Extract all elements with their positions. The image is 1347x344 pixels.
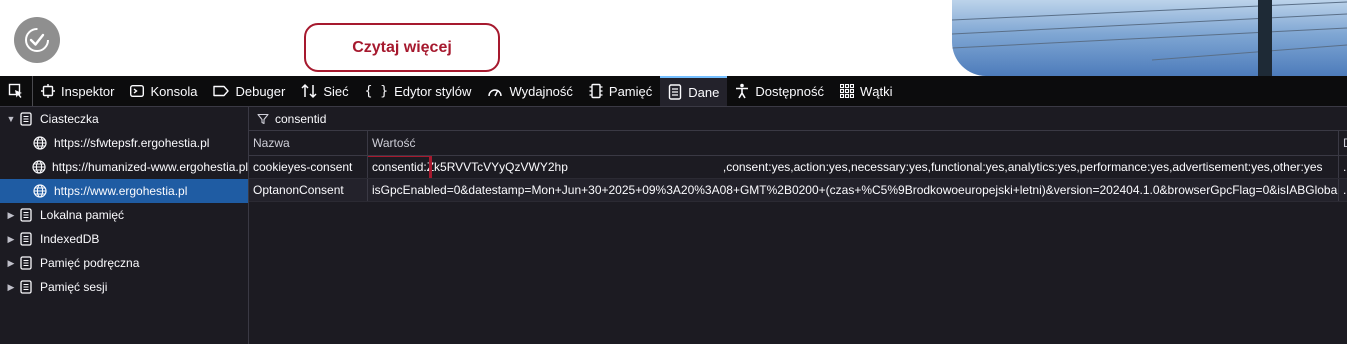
- tree-item-cookies[interactable]: ▼ Ciasteczka: [0, 107, 248, 131]
- storage-icon: [18, 111, 34, 127]
- collapsed-arrow-icon[interactable]: ▶: [4, 234, 18, 245]
- tree-item-cookie-host-selected[interactable]: https://www.ergohestia.pl: [0, 179, 248, 203]
- table-row[interactable]: cookieyes-consent consentid:Zk5RVVTcVYyQ…: [249, 156, 1347, 179]
- tree-item-label: Pamięć podręczna: [40, 256, 140, 270]
- tab-performance[interactable]: Wydajność: [479, 76, 580, 106]
- tab-storage[interactable]: Dane: [660, 76, 728, 106]
- threads-icon: [840, 84, 854, 98]
- tree-item-indexeddb[interactable]: ▶ IndexedDB: [0, 227, 248, 251]
- network-icon: [301, 83, 317, 99]
- filter-bar[interactable]: consentid: [249, 107, 1347, 131]
- cookie-domain-cell: .: [1343, 183, 1347, 197]
- column-header-name[interactable]: Nazwa: [249, 131, 368, 155]
- storage-icon: [18, 207, 34, 223]
- performance-icon: [488, 89, 503, 97]
- collapsed-arrow-icon[interactable]: ▶: [4, 210, 18, 221]
- storage-icon: [18, 279, 34, 295]
- tree-item-label: https://humanized-www.ergohestia.pl: [52, 160, 248, 174]
- tree-item-local-storage[interactable]: ▶ Lokalna pamięć: [0, 203, 248, 227]
- read-more-button[interactable]: Czytaj więcej: [304, 23, 500, 72]
- storage-icon: [18, 231, 34, 247]
- web-page-area: Czytaj więcej: [0, 0, 1347, 76]
- tab-style-editor[interactable]: { } Edytor stylów: [357, 76, 480, 106]
- cookies-panel: consentid Nazwa Wartość D cookieyes-cons…: [249, 107, 1347, 344]
- tree-item-label: https://sfwtepsfr.ergohestia.pl: [54, 136, 210, 150]
- devtools-toolbar: Inspektor Konsola Debuger Sieć { } Edyto…: [0, 76, 1347, 107]
- element-picker-icon[interactable]: [0, 76, 33, 106]
- cookie-name-cell: OptanonConsent: [249, 179, 368, 201]
- tree-item-label: IndexedDB: [40, 232, 100, 246]
- table-row[interactable]: OptanonConsent isGpcEnabled=0&datestamp=…: [249, 179, 1347, 202]
- cookie-name-cell: cookieyes-consent: [249, 156, 368, 178]
- tab-label: Pamięć: [608, 83, 653, 99]
- tree-item-label: https://www.ergohestia.pl: [54, 184, 188, 198]
- tree-item-label: Pamięć sesji: [40, 280, 108, 294]
- tab-debugger[interactable]: Debuger: [205, 76, 293, 106]
- column-header-domain[interactable]: D: [1339, 131, 1347, 155]
- inspector-icon: [41, 84, 55, 98]
- collapsed-arrow-icon[interactable]: ▶: [4, 282, 18, 293]
- filter-icon: [257, 113, 269, 124]
- console-icon: [130, 85, 145, 97]
- collapsed-arrow-icon[interactable]: ▶: [4, 258, 18, 269]
- tab-inspector[interactable]: Inspektor: [33, 76, 122, 106]
- debugger-icon: [213, 85, 230, 97]
- tree-item-cache-storage[interactable]: ▶ Pamięć podręczna: [0, 251, 248, 275]
- hero-image: [952, 0, 1347, 76]
- tree-item-cookie-host[interactable]: https://sfwtepsfr.ergohestia.pl: [0, 131, 248, 155]
- cookie-value-start: isGpcEnabled=0&datestamp=Mon+Jun+30+2025…: [372, 183, 1339, 197]
- tab-network[interactable]: Sieć: [293, 76, 356, 106]
- globe-icon: [32, 135, 48, 151]
- globe-icon: [32, 183, 48, 199]
- tab-label: Wątki: [860, 83, 893, 99]
- filter-input[interactable]: consentid: [275, 112, 326, 126]
- tree-item-label: Lokalna pamięć: [40, 208, 125, 222]
- cookie-value-end: ,consent:yes,action:yes,necessary:yes,fu…: [722, 160, 1323, 174]
- tab-label: Inspektor: [61, 83, 115, 99]
- cookie-value-start: consentid:Zk5RVVTcVYyQzVWY2hp: [372, 160, 568, 174]
- cookie-value-cell: isGpcEnabled=0&datestamp=Mon+Jun+30+2025…: [368, 179, 1339, 201]
- accessibility-icon: [736, 83, 749, 99]
- tab-label: Sieć: [323, 83, 349, 99]
- tab-label: Edytor stylów: [394, 83, 472, 99]
- tree-item-label: Ciasteczka: [40, 112, 99, 126]
- tab-label: Wydajność: [509, 83, 573, 99]
- expanded-arrow-icon[interactable]: ▼: [4, 114, 18, 124]
- site-logo-icon[interactable]: [14, 17, 60, 63]
- style-editor-icon: { }: [364, 83, 389, 99]
- storage-sidebar: ▼ Ciasteczka https://sfwtepsfr.ergohesti…: [0, 107, 249, 344]
- cookie-value-cell: consentid:Zk5RVVTcVYyQzVWY2hp ,consent:y…: [368, 156, 1339, 178]
- tab-label: Dostępność: [755, 83, 824, 99]
- tab-accessibility[interactable]: Dostępność: [727, 76, 832, 106]
- cookie-domain-cell: .: [1343, 160, 1347, 174]
- globe-icon: [32, 159, 46, 175]
- memory-icon: [589, 83, 603, 99]
- storage-icon: [669, 84, 682, 100]
- tree-item-cookie-host[interactable]: https://humanized-www.ergohestia.pl: [0, 155, 248, 179]
- column-header-value[interactable]: Wartość: [368, 131, 1339, 155]
- tree-item-session-storage[interactable]: ▶ Pamięć sesji: [0, 275, 248, 299]
- tab-label: Konsola: [150, 83, 198, 99]
- tab-label: Dane: [688, 84, 720, 100]
- tab-console[interactable]: Konsola: [122, 76, 205, 106]
- storage-icon: [18, 255, 34, 271]
- table-header: Nazwa Wartość D: [249, 131, 1347, 156]
- tab-threads[interactable]: Wątki: [832, 76, 901, 106]
- tab-label: Debuger: [235, 83, 286, 99]
- tab-memory[interactable]: Pamięć: [581, 76, 660, 106]
